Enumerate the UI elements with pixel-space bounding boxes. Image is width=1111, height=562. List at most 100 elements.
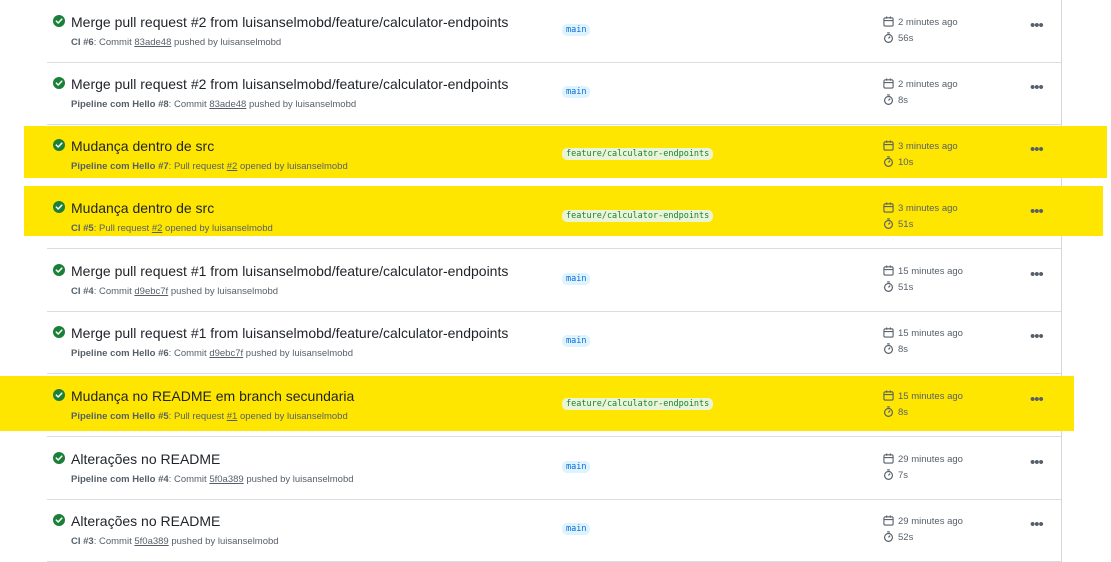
- kebab-menu-button[interactable]: •••: [1030, 141, 1044, 158]
- trigger-ref-link[interactable]: #2: [152, 223, 163, 234]
- run-duration: 8s: [883, 94, 908, 106]
- kebab-menu-button[interactable]: •••: [1030, 203, 1044, 220]
- stopwatch-icon: [883, 32, 894, 43]
- run-meta: Pipeline com Hello #4: Commit 5f0a389 pu…: [71, 474, 354, 485]
- check-circle-icon: [53, 201, 65, 213]
- workflow-run-row[interactable]: Mudança dentro de src Pipeline com Hello…: [24, 124, 1107, 187]
- check-circle-icon: [53, 264, 65, 276]
- trigger-ref-link[interactable]: 5f0a389: [209, 474, 243, 485]
- run-date: 3 minutes ago: [883, 140, 958, 152]
- check-circle-icon: [53, 389, 65, 401]
- calendar-icon: [883, 453, 894, 464]
- run-title[interactable]: Alterações no README: [71, 451, 220, 467]
- stopwatch-icon: [883, 281, 894, 292]
- run-duration: 8s: [883, 406, 908, 418]
- workflow-name: Pipeline com Hello #6: [71, 348, 169, 359]
- run-date: 2 minutes ago: [883, 16, 958, 28]
- check-circle-icon: [53, 326, 65, 338]
- run-meta: CI #6: Commit 83ade48 pushed by luisanse…: [71, 37, 282, 48]
- workflow-run-row[interactable]: Alterações no README Pipeline com Hello …: [47, 437, 1061, 500]
- trigger-ref-link[interactable]: #2: [227, 161, 238, 172]
- kebab-menu-button[interactable]: •••: [1030, 391, 1044, 408]
- workflow-run-row[interactable]: Mudança dentro de src CI #5: Pull reques…: [24, 186, 1103, 249]
- branch-label[interactable]: feature/calculator-endpoints: [562, 148, 714, 160]
- trigger-action: pushed by luisanselmobd: [171, 536, 279, 547]
- run-title[interactable]: Merge pull request #1 from luisanselmobd…: [71, 263, 508, 279]
- stopwatch-icon: [883, 469, 894, 480]
- run-date: 15 minutes ago: [883, 390, 963, 402]
- trigger-kind: Pull request: [99, 223, 150, 234]
- run-title[interactable]: Mudança no README em branch secundaria: [71, 388, 354, 404]
- kebab-menu-button[interactable]: •••: [1030, 17, 1044, 34]
- run-duration: 51s: [883, 218, 913, 230]
- calendar-icon: [883, 327, 894, 338]
- check-circle-icon: [53, 77, 65, 89]
- branch-label[interactable]: main: [562, 523, 591, 535]
- branch-label[interactable]: feature/calculator-endpoints: [562, 398, 714, 410]
- stopwatch-icon: [883, 156, 894, 167]
- workflow-name: Pipeline com Hello #5: [71, 411, 169, 422]
- run-date: 3 minutes ago: [883, 202, 958, 214]
- run-date: 2 minutes ago: [883, 78, 958, 90]
- workflow-run-row[interactable]: Merge pull request #2 from luisanselmobd…: [47, 62, 1061, 125]
- run-duration: 10s: [883, 156, 913, 168]
- workflow-name: Pipeline com Hello #4: [71, 474, 169, 485]
- workflow-run-row[interactable]: Mudança no README em branch secundaria P…: [0, 374, 1074, 437]
- kebab-menu-button[interactable]: •••: [1030, 266, 1044, 283]
- branch-label[interactable]: main: [562, 461, 591, 473]
- trigger-kind: Pull request: [173, 161, 225, 172]
- trigger-ref-link[interactable]: 83ade48: [209, 99, 246, 110]
- run-title[interactable]: Mudança dentro de src: [71, 138, 214, 154]
- calendar-icon: [883, 515, 894, 526]
- trigger-ref-link[interactable]: 5f0a389: [134, 536, 168, 547]
- kebab-menu-button[interactable]: •••: [1030, 79, 1044, 96]
- run-duration: 7s: [883, 469, 908, 481]
- workflow-run-row[interactable]: Merge pull request #1 from luisanselmobd…: [47, 249, 1061, 312]
- trigger-kind: Commit: [99, 37, 132, 48]
- run-date: 29 minutes ago: [883, 453, 963, 465]
- branch-label[interactable]: feature/calculator-endpoints: [562, 210, 714, 222]
- trigger-kind: Pull request: [173, 411, 225, 422]
- run-title[interactable]: Alterações no README: [71, 513, 220, 529]
- run-meta: Pipeline com Hello #5: Pull request #1 o…: [71, 411, 348, 422]
- run-meta: CI #3: Commit 5f0a389 pushed by luisanse…: [71, 536, 279, 547]
- workflow-name: Pipeline com Hello #7: [71, 161, 169, 172]
- run-title[interactable]: Merge pull request #1 from luisanselmobd…: [71, 325, 508, 341]
- workflow-name: CI #5: [71, 223, 94, 234]
- branch-label[interactable]: main: [562, 335, 591, 347]
- trigger-ref-link[interactable]: d9ebc7f: [209, 348, 243, 359]
- calendar-icon: [883, 140, 894, 151]
- trigger-ref-link[interactable]: 83ade48: [134, 37, 171, 48]
- trigger-kind: Commit: [173, 99, 207, 110]
- run-title[interactable]: Merge pull request #2 from luisanselmobd…: [71, 76, 508, 92]
- kebab-menu-button[interactable]: •••: [1030, 328, 1044, 345]
- check-circle-icon: [53, 139, 65, 151]
- trigger-ref-link[interactable]: #1: [227, 411, 238, 422]
- branch-label[interactable]: main: [562, 273, 591, 285]
- run-title[interactable]: Merge pull request #2 from luisanselmobd…: [71, 14, 508, 30]
- trigger-action: pushed by luisanselmobd: [248, 99, 357, 110]
- trigger-ref-link[interactable]: d9ebc7f: [134, 286, 168, 297]
- workflow-run-row[interactable]: Merge pull request #1 from luisanselmobd…: [47, 311, 1061, 374]
- workflow-name: Pipeline com Hello #8: [71, 99, 169, 110]
- run-title[interactable]: Mudança dentro de src: [71, 200, 214, 216]
- calendar-icon: [883, 78, 894, 89]
- workflow-name: CI #4: [71, 286, 94, 297]
- stopwatch-icon: [883, 94, 894, 105]
- trigger-action: pushed by luisanselmobd: [174, 37, 282, 48]
- kebab-menu-button[interactable]: •••: [1030, 516, 1044, 533]
- trigger-kind: Commit: [99, 286, 132, 297]
- trigger-kind: Commit: [173, 474, 207, 485]
- trigger-action: opened by luisanselmobd: [239, 411, 348, 422]
- branch-label[interactable]: main: [562, 24, 591, 36]
- kebab-menu-button[interactable]: •••: [1030, 454, 1044, 471]
- run-meta: Pipeline com Hello #8: Commit 83ade48 pu…: [71, 99, 357, 110]
- branch-label[interactable]: main: [562, 86, 591, 98]
- workflow-run-row[interactable]: Merge pull request #2 from luisanselmobd…: [47, 0, 1061, 63]
- stopwatch-icon: [883, 406, 894, 417]
- run-meta: CI #4: Commit d9ebc7f pushed by luisanse…: [71, 286, 279, 297]
- workflow-run-row[interactable]: Alterações no README CI #3: Commit 5f0a3…: [47, 499, 1061, 562]
- stopwatch-icon: [883, 218, 894, 229]
- calendar-icon: [883, 16, 894, 27]
- trigger-kind: Commit: [173, 348, 207, 359]
